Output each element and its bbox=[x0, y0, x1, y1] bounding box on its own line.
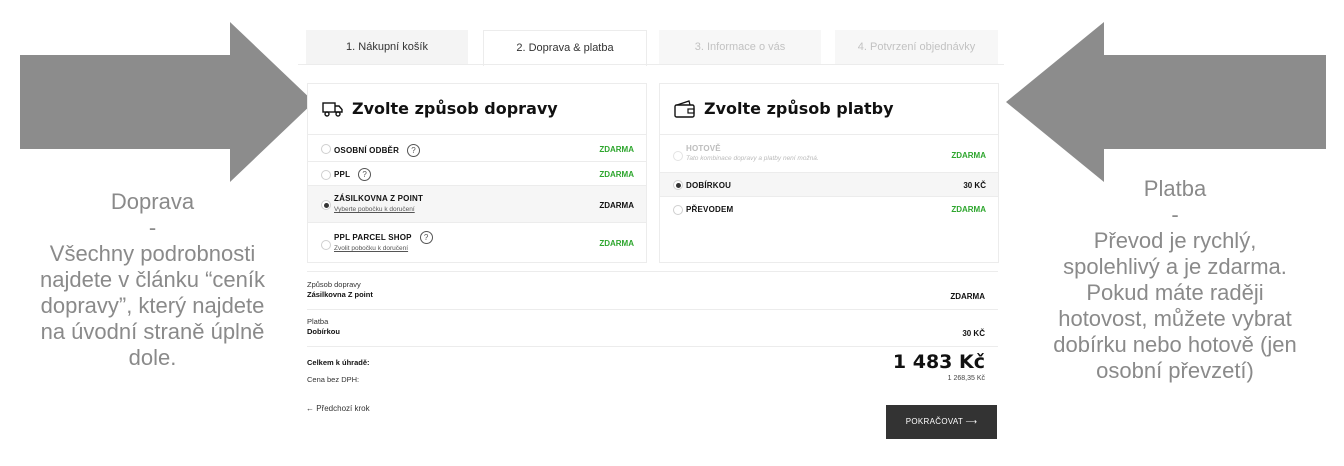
previous-step-link[interactable]: ← Předchozí krok bbox=[306, 404, 370, 413]
shipping-price: ZDARMA bbox=[599, 239, 634, 248]
help-icon[interactable]: ? bbox=[419, 231, 433, 244]
shipping-option-ppl[interactable]: PPL? ZDARMA bbox=[308, 161, 646, 186]
choose-branch-link[interactable]: Zvolit pobočku k doručení bbox=[334, 245, 408, 252]
tab-cart[interactable]: 1. Nákupní košík bbox=[306, 30, 468, 64]
radio-button[interactable] bbox=[673, 205, 683, 215]
radio-button[interactable] bbox=[321, 240, 331, 250]
help-icon[interactable]: ? bbox=[358, 168, 372, 181]
tab-information: 3. Informace o vás bbox=[659, 30, 821, 64]
total-price: 1 483 Kč bbox=[892, 351, 985, 373]
summary-divider bbox=[307, 309, 998, 310]
tab-confirmation: 4. Potvrzení objednávky bbox=[835, 30, 998, 64]
radio-button[interactable] bbox=[321, 200, 331, 210]
shipping-option-ppl-parcelshop[interactable]: PPL PARCEL SHOP? Zvolit pobočku k doruče… bbox=[308, 222, 646, 263]
payment-price: ZDARMA bbox=[951, 151, 986, 160]
payment-price: 30 KČ bbox=[963, 181, 986, 190]
total-label: Celkem k úhradě: bbox=[307, 358, 370, 367]
radio-button bbox=[673, 151, 683, 161]
payment-option-transfer[interactable]: PŘEVODEM ZDARMA bbox=[660, 196, 998, 221]
shipping-option-zasilkovna[interactable]: ZÁSILKOVNA Z POINT Vyberte pobočku k dor… bbox=[308, 185, 646, 223]
payment-panel: Zvolte způsob platby HOTOVĚ Tato kombina… bbox=[659, 83, 999, 263]
payment-price: ZDARMA bbox=[951, 205, 986, 214]
payment-title: Zvolte způsob platby bbox=[674, 99, 894, 118]
summary-shipping-value: Zásilkovna Z point bbox=[307, 290, 373, 299]
shipping-price: ZDARMA bbox=[599, 201, 634, 210]
net-price-label: Cena bez DPH: bbox=[307, 375, 360, 384]
shipping-title: Zvolte způsob dopravy bbox=[322, 99, 558, 118]
summary-divider bbox=[307, 271, 998, 272]
shipping-price: ZDARMA bbox=[599, 170, 634, 179]
payment-annotation: Platba - Převod je rychlý, spolehlivý a … bbox=[1053, 176, 1297, 383]
truck-icon bbox=[322, 101, 343, 117]
summary-shipping-price: ZDARMA bbox=[950, 292, 985, 301]
shipping-annotation: Doprava - Všechny podrobnosti najdete v … bbox=[39, 189, 266, 370]
radio-button[interactable] bbox=[321, 144, 331, 154]
arrow-right-icon bbox=[20, 22, 314, 182]
summary-divider bbox=[307, 346, 998, 347]
tab-shipping-payment[interactable]: 2. Doprava & platba bbox=[483, 30, 647, 66]
net-price: 1 268,35 Kč bbox=[947, 375, 985, 382]
summary-payment-price: 30 KČ bbox=[962, 329, 985, 338]
payment-option-cod[interactable]: DOBÍRKOU 30 KČ bbox=[660, 172, 998, 197]
summary-payment-value: Dobírkou bbox=[307, 327, 340, 336]
tabs-divider bbox=[298, 64, 1004, 65]
payment-option-cash: HOTOVĚ Tato kombinace dopravy a platby n… bbox=[660, 134, 998, 173]
checkout-steps: 1. Nákupní košík 2. Doprava & platba 3. … bbox=[306, 30, 998, 66]
wallet-icon bbox=[674, 99, 695, 118]
summary-shipping-label: Způsob dopravy bbox=[307, 280, 361, 289]
unavailable-note: Tato kombinace dopravy a platby není mož… bbox=[686, 155, 819, 162]
arrow-left-icon bbox=[1006, 22, 1326, 182]
shipping-price: ZDARMA bbox=[599, 145, 634, 154]
shipping-option-personal[interactable]: OSOBNÍ ODBĚR? ZDARMA bbox=[308, 134, 646, 162]
radio-button[interactable] bbox=[321, 170, 331, 180]
summary-payment-label: Platba bbox=[307, 317, 329, 326]
choose-branch-link[interactable]: Vyberte pobočku k doručení bbox=[334, 206, 415, 213]
continue-button[interactable]: POKRAČOVAT ⟶ bbox=[886, 405, 997, 439]
radio-button[interactable] bbox=[673, 180, 683, 190]
shipping-panel: Zvolte způsob dopravy OSOBNÍ ODBĚR? ZDAR… bbox=[307, 83, 647, 263]
help-icon[interactable]: ? bbox=[407, 144, 421, 157]
